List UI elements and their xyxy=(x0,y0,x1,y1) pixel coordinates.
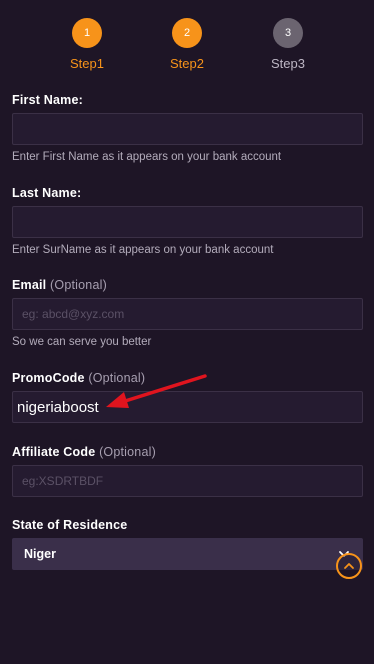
affiliate-label: Affiliate Code (Optional) xyxy=(12,445,363,459)
affiliate-input[interactable] xyxy=(22,474,353,488)
first-name-group: First Name: Enter First Name as it appea… xyxy=(12,93,363,163)
last-name-field[interactable] xyxy=(12,206,363,238)
state-select[interactable]: Niger xyxy=(12,538,363,570)
step-2-label: Step2 xyxy=(170,56,204,71)
email-label: Email (Optional) xyxy=(12,278,363,292)
scroll-to-top-button[interactable] xyxy=(336,553,362,579)
step-2-circle: 2 xyxy=(172,18,202,48)
email-input[interactable] xyxy=(22,307,353,321)
step-2: 2 Step2 xyxy=(157,18,217,71)
first-name-field[interactable] xyxy=(12,113,363,145)
last-name-group: Last Name: Enter SurName as it appears o… xyxy=(12,186,363,256)
state-label: State of Residence xyxy=(12,518,128,532)
affiliate-field[interactable] xyxy=(12,465,363,497)
annotation-arrow-icon xyxy=(106,374,207,408)
first-name-hint: Enter First Name as it appears on your b… xyxy=(12,151,282,163)
promo-label-text: PromoCode xyxy=(12,371,85,385)
email-field[interactable] xyxy=(12,298,363,330)
last-name-hint: Enter SurName as it appears on your bank… xyxy=(12,244,274,256)
step-3-circle: 3 xyxy=(273,18,303,48)
step-3-label: Step3 xyxy=(271,56,305,71)
affiliate-label-text: Affiliate Code xyxy=(12,445,96,459)
step-1: 1 Step1 xyxy=(57,18,117,71)
chevron-up-icon xyxy=(344,563,354,569)
state-group: State of Residence Niger xyxy=(12,518,363,570)
affiliate-group: Affiliate Code (Optional) xyxy=(12,445,363,497)
first-name-input[interactable] xyxy=(22,122,353,136)
step-1-label: Step1 xyxy=(70,56,104,71)
email-optional-tag: (Optional) xyxy=(50,278,107,292)
email-hint: So we can serve you better xyxy=(12,336,152,348)
email-label-text: Email xyxy=(12,278,47,292)
step-3: 3 Step3 xyxy=(258,18,318,71)
email-group: Email (Optional) So we can serve you bet… xyxy=(12,278,363,348)
step-indicator: 1 Step1 2 Step2 3 Step3 xyxy=(0,18,374,74)
first-name-label: First Name: xyxy=(12,93,83,107)
last-name-label: Last Name: xyxy=(12,186,82,200)
state-select-value: Niger xyxy=(24,547,56,561)
step-1-circle: 1 xyxy=(72,18,102,48)
affiliate-optional-tag: (Optional) xyxy=(99,445,156,459)
last-name-input[interactable] xyxy=(22,215,353,229)
